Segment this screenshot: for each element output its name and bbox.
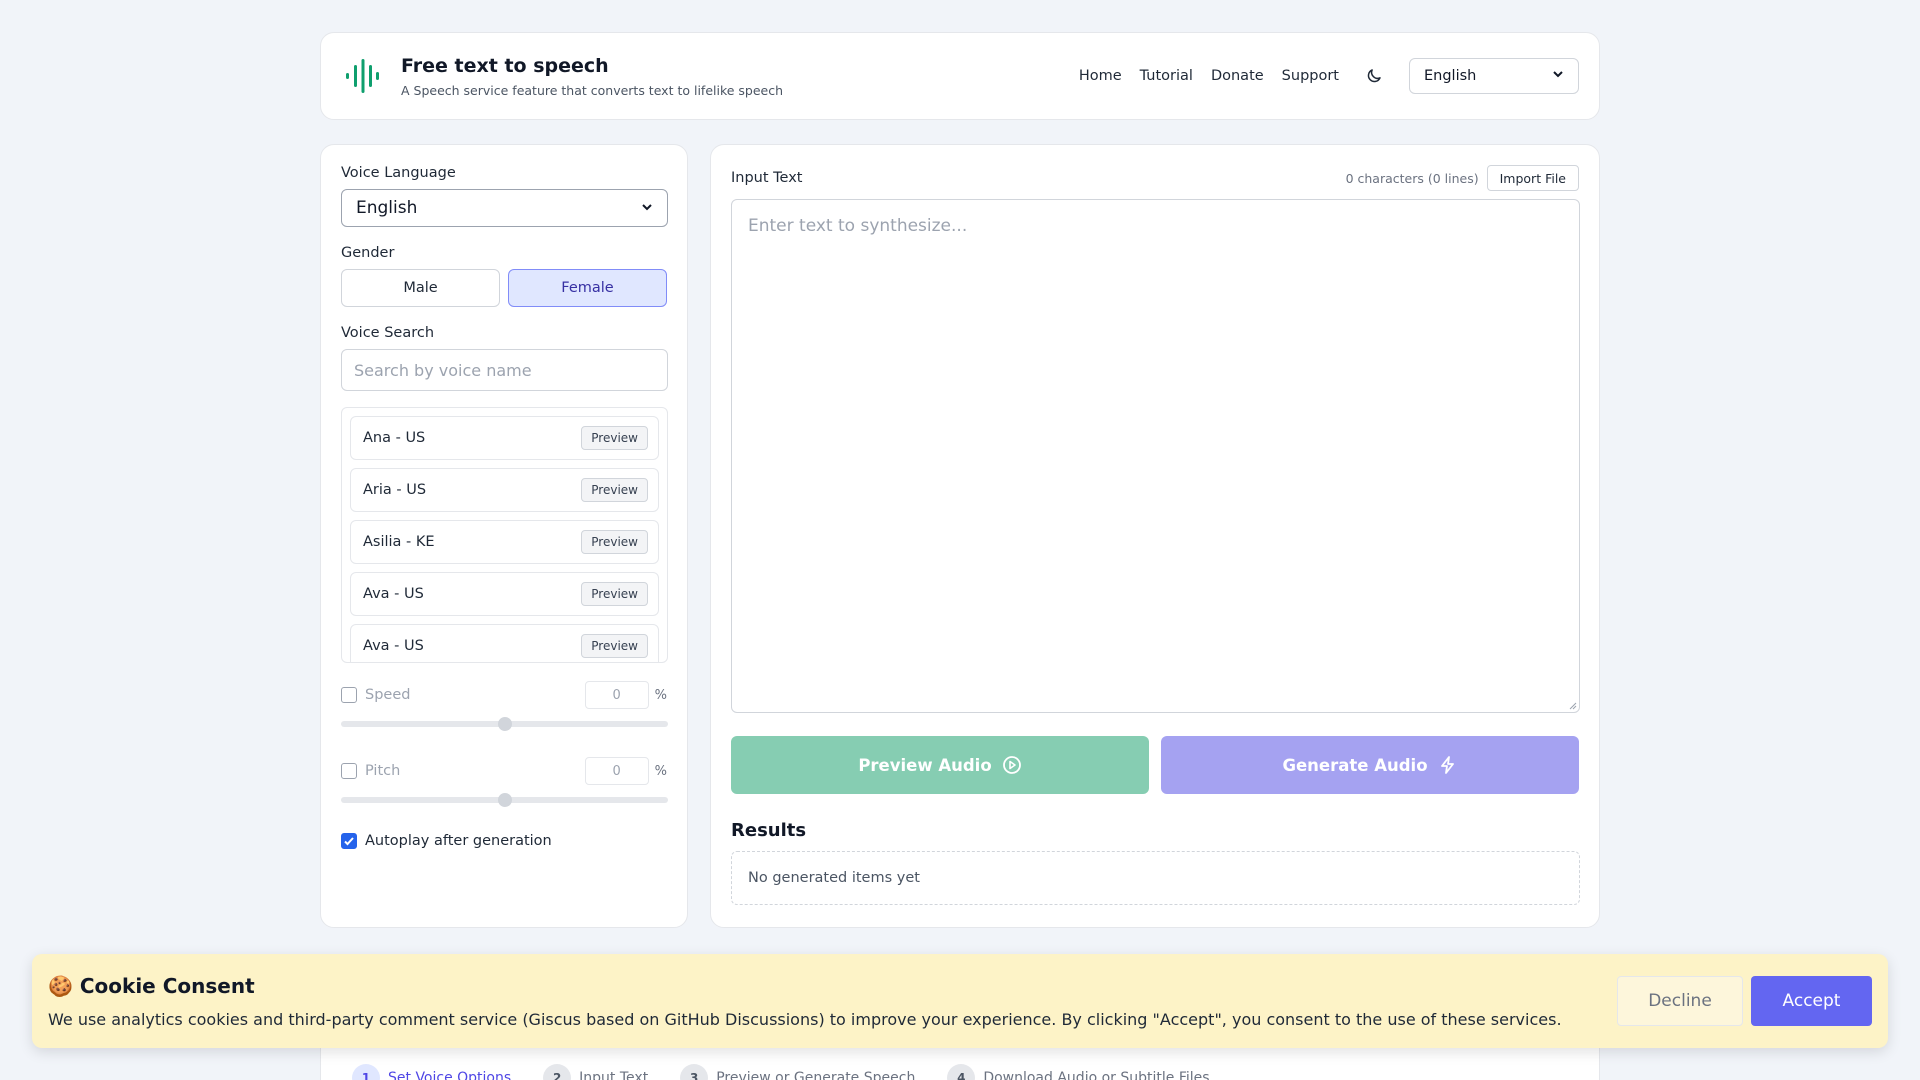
nav-donate[interactable]: Donate [1211,68,1264,84]
app-title: Free text to speech [401,54,609,77]
voice-search-input[interactable]: Search by voice name [341,349,668,391]
text-input-placeholder: Enter text to synthesize... [748,216,968,236]
steps-list: 1 Set Voice Options 2 Input Text 3 Previ… [352,1064,1242,1080]
gender-female-button[interactable]: Female [508,269,667,307]
step-label: Input Text [579,1070,649,1080]
import-file-button[interactable]: Import File [1486,165,1579,191]
brand: Free text to speech A Speech service fea… [401,55,783,98]
pitch-row: Pitch 0 % [341,757,667,785]
gender-label: Gender [341,245,395,261]
pitch-unit: % [654,763,667,779]
top-nav: Home Tutorial Donate Support English [1061,58,1579,94]
pitch-value-input[interactable]: 0 [584,757,649,785]
lightning-icon [1438,755,1458,775]
autoplay-checkbox[interactable] [341,833,357,849]
text-input-area[interactable]: Enter text to synthesize... [731,199,1580,713]
speed-slider-thumb[interactable] [497,717,512,731]
step-label: Preview or Generate Speech [716,1070,916,1080]
step-label: Set Voice Options [388,1070,512,1080]
step-item: 2 Input Text [543,1064,648,1080]
generate-audio-button[interactable]: Generate Audio [1161,736,1579,794]
step-item: 1 Set Voice Options [352,1064,511,1080]
voice-language-select[interactable]: English [341,189,668,227]
speed-label: Speed [365,687,411,703]
cookie-content: 🍪 Cookie Consent We use analytics cookie… [48,974,1562,1029]
decline-button[interactable]: Decline [1617,976,1743,1026]
voice-preview-button[interactable]: Preview [581,426,648,450]
check-icon [344,837,354,846]
cookie-text: We use analytics cookies and third-party… [48,1009,1562,1029]
voice-search-label: Voice Search [341,325,435,341]
voice-item[interactable]: Asilia - KE Preview [350,520,659,564]
accept-button[interactable]: Accept [1751,976,1872,1026]
voice-name: Aria - US [363,482,427,498]
speed-unit: % [654,687,667,703]
input-header: Input Text 0 characters (0 lines) Import… [731,165,1579,191]
voice-preview-button[interactable]: Preview [581,478,648,502]
nav-support[interactable]: Support [1282,68,1339,84]
char-count: 0 characters (0 lines) [1345,170,1479,186]
cookie-consent-banner: 🍪 Cookie Consent We use analytics cookie… [32,954,1888,1048]
results-empty: No generated items yet [731,851,1580,905]
voice-language-label: Voice Language [341,165,456,181]
voice-item[interactable]: Aria - US Preview [350,468,659,512]
cookie-buttons: Decline Accept [1617,976,1872,1026]
step-number: 4 [947,1064,976,1080]
voice-preview-button[interactable]: Preview [581,582,648,606]
nav-tutorial[interactable]: Tutorial [1140,68,1193,84]
step-item: 3 Preview or Generate Speech [680,1064,915,1080]
pitch-slider[interactable] [341,793,668,807]
pitch-slider-thumb[interactable] [497,793,512,807]
input-tools: 0 characters (0 lines) Import File [1346,165,1579,191]
voice-language-value: English [356,198,418,218]
autoplay-label: Autoplay after generation [365,833,552,849]
voice-name: Ava - US [363,586,424,602]
app-header: Free text to speech A Speech service fea… [320,32,1600,120]
nav-home[interactable]: Home [1079,68,1122,84]
speed-checkbox[interactable] [341,687,357,703]
chevron-down-icon [1552,68,1564,84]
voice-name: Ava - US [363,638,424,654]
generate-audio-label: Generate Audio [1282,755,1428,775]
cookie-title: 🍪 Cookie Consent [48,973,255,998]
speed-slider[interactable] [341,717,668,731]
voice-item[interactable]: Ana - US Preview [350,416,659,460]
preview-audio-label: Preview Audio [858,755,992,775]
voice-preview-button[interactable]: Preview [581,530,648,554]
step-number: 2 [543,1064,572,1080]
play-circle-icon [1002,755,1022,775]
input-text-label: Input Text [731,170,803,186]
step-label: Download Audio or Subtitle Files [983,1070,1210,1080]
voice-item[interactable]: Ava - US Preview [350,572,659,616]
moon-icon[interactable] [1363,65,1385,87]
chevron-down-icon [641,198,653,218]
speed-value-input[interactable]: 0 [584,681,649,709]
step-number: 1 [352,1064,380,1080]
gender-male-button[interactable]: Male [341,269,500,307]
results-title: Results [731,820,807,841]
voice-list[interactable]: Ana - US Preview Aria - US Preview Asili… [341,407,668,663]
pitch-checkbox[interactable] [341,763,357,779]
voice-name: Asilia - KE [363,534,435,550]
speed-row: Speed 0 % [341,681,667,709]
voice-name: Ana - US [363,430,426,446]
step-item: 4 Download Audio or Subtitle Files [947,1064,1210,1080]
action-buttons: Preview Audio Generate Audio [731,736,1579,794]
voice-preview-button[interactable]: Preview [581,634,648,658]
app-subtitle: A Speech service feature that converts t… [401,82,784,98]
resize-handle-icon[interactable] [1567,700,1577,710]
gender-toggle: Male Female [341,269,667,307]
voice-item[interactable]: Ava - US Preview [350,624,659,662]
pitch-label: Pitch [365,763,401,779]
autoplay-row: Autoplay after generation [341,833,667,849]
voice-options-panel: Voice Language English Gender Male Femal… [320,144,688,928]
ui-language-value: English [1424,68,1477,84]
step-number: 3 [680,1064,709,1080]
ui-language-select[interactable]: English [1409,58,1579,94]
waveform-icon [341,54,385,98]
text-input-panel: Input Text 0 characters (0 lines) Import… [710,144,1600,928]
preview-audio-button[interactable]: Preview Audio [731,736,1149,794]
